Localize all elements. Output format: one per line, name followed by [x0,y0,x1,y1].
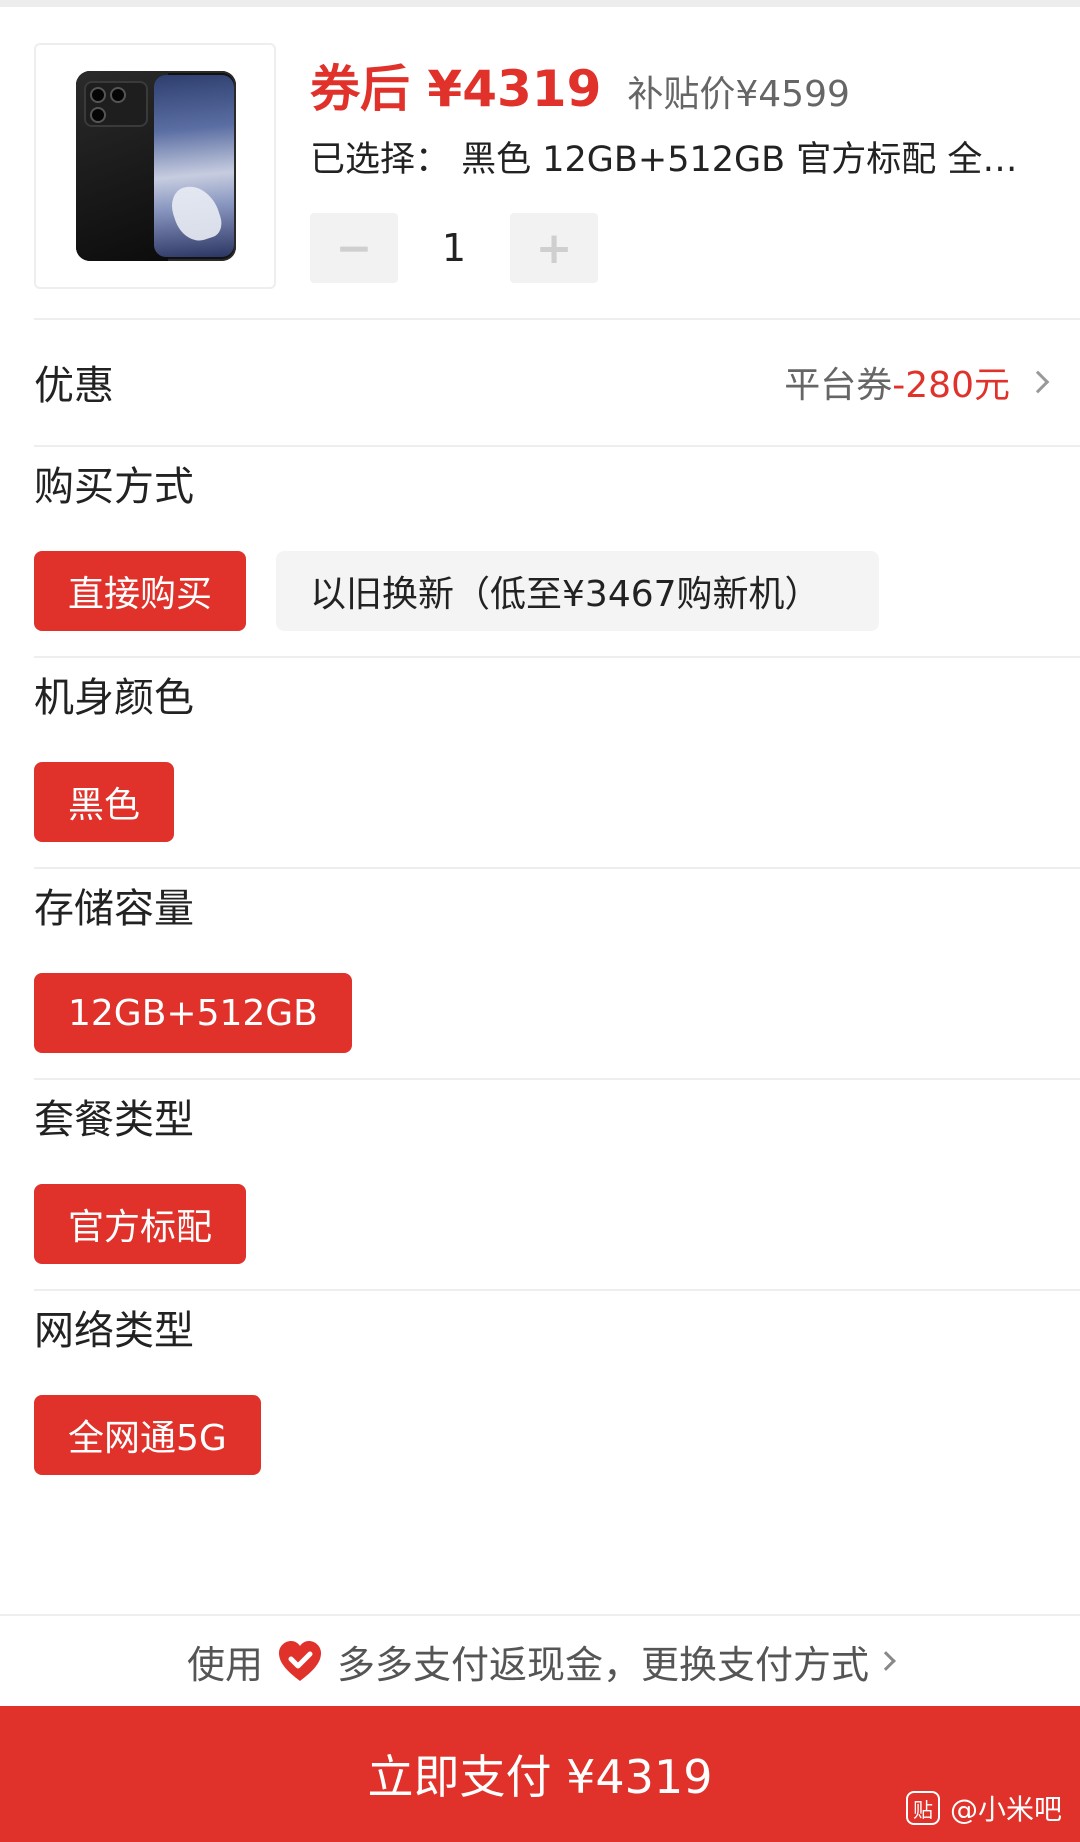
quantity-decrease-button[interactable]: − [310,213,398,283]
discount-label: 优惠 [34,363,114,409]
divider [34,445,1080,447]
heart-check-icon [277,1639,323,1683]
section-title: 购买方式 [34,464,194,510]
chevron-right-icon [1026,370,1050,394]
section-storage: 存储容量 12GB+512GB [34,879,1046,1079]
option-direct-buy[interactable]: 直接购买 [34,551,247,631]
coupon-info: 平台券 -280元 [784,356,1050,408]
coupon-amount: -280元 [892,365,1010,406]
price-after-coupon: 券后 ¥4319 [310,60,602,118]
option-package[interactable]: 官方标配 [34,1184,247,1264]
divider [34,867,1080,869]
section-title: 存储容量 [34,886,194,932]
section-title: 网络类型 [34,1308,194,1354]
section-package: 套餐类型 官方标配 [34,1090,1046,1290]
price-line: 券后 ¥4319 补贴价¥4599 [310,49,850,119]
option-network[interactable]: 全网通5G [34,1395,261,1475]
coupon-prefix: 平台券 [784,365,893,406]
pay-now-button[interactable]: 立即支付 ¥4319 贴 @小米吧 [0,1706,1080,1842]
section-title: 套餐类型 [34,1097,194,1143]
section-purchase-method: 购买方式 直接购买 以旧换新（低至¥3467购新机） [34,457,1046,657]
divider [34,656,1080,658]
section-title: 机身颜色 [34,675,194,721]
top-strip [0,0,1080,7]
discount-row[interactable]: 优惠 平台券 -280元 [34,320,1050,444]
watermark-text: @小米吧 [949,1793,1062,1826]
watermark: 贴 @小米吧 [905,1788,1062,1828]
chevron-right-icon [876,1651,896,1671]
pay-now-label: 立即支付 ¥4319 [367,1750,713,1804]
divider [34,1289,1080,1291]
phone-product-icon [76,71,236,261]
quantity-value: 1 [441,226,467,270]
product-thumbnail[interactable] [34,43,276,289]
option-color-black[interactable]: 黑色 [34,762,175,842]
section-color: 机身颜色 黑色 [34,668,1046,868]
product-header: 券后 ¥4319 补贴价¥4599 已选择： 黑色 12GB+512GB 官方标… [0,7,1080,318]
pay-hint-prefix: 使用 [186,1642,263,1687]
section-network: 网络类型 全网通5G [34,1301,1046,1501]
quantity-increase-button[interactable]: + [510,213,598,283]
payment-method-switch[interactable]: 使用 多多支付返现金，更换支付方式 [0,1614,1080,1706]
tieba-icon: 贴 [905,1791,940,1825]
divider [34,1078,1080,1080]
pay-hint-text: 多多支付返现金，更换支付方式 [337,1642,870,1687]
subsidy-price: 补贴价¥4599 [627,74,850,115]
selected-spec: 已选择： 黑色 12GB+512GB 官方标配 全网通5G [310,140,1040,180]
option-storage[interactable]: 12GB+512GB [34,973,352,1053]
option-trade-in[interactable]: 以旧换新（低至¥3467购新机） [276,551,880,631]
